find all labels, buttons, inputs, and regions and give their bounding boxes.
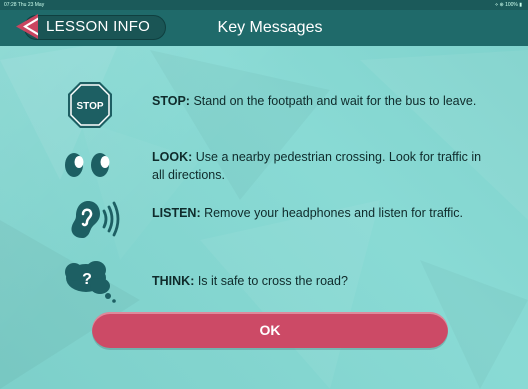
think-icon-label: ?: [82, 271, 92, 288]
status-time: 07:28 Thu 23 May: [4, 2, 45, 8]
message-keyword: LISTEN:: [152, 206, 201, 220]
back-arrow-icon: [16, 14, 38, 39]
status-bar: 07:28 Thu 23 May ⋄ ⊕ 100% ▮: [0, 0, 528, 10]
message-listen: LISTEN: Remove your headphones and liste…: [152, 204, 482, 222]
thought-bubble-icon: ?: [65, 261, 116, 303]
message-text: Is it safe to cross the road?: [194, 274, 348, 288]
message-think: THINK: Is it safe to cross the road?: [152, 272, 482, 290]
stop-sign-icon: STOP: [68, 82, 112, 128]
back-button-label: LESSON INFO: [46, 18, 151, 35]
message-text: Stand on the footpath and wait for the b…: [189, 94, 477, 108]
ear-icon: [71, 201, 120, 238]
ok-button[interactable]: OK: [92, 312, 448, 348]
message-keyword: STOP:: [152, 94, 190, 108]
status-indicators: ⋄ ⊕ 100% ▮: [494, 2, 522, 8]
ok-button-label: OK: [259, 322, 281, 338]
eyes-icon: [65, 153, 110, 177]
message-keyword: THINK:: [152, 274, 195, 288]
header-bar: LESSON INFO Key Messages: [0, 10, 528, 46]
message-stop: STOP: Stand on the footpath and wait for…: [152, 92, 482, 110]
message-keyword: LOOK:: [152, 150, 193, 164]
page-title: Key Messages: [217, 19, 323, 36]
message-text: Remove your headphones and listen for tr…: [200, 206, 464, 220]
message-look: LOOK: Use a nearby pedestrian crossing. …: [152, 148, 482, 184]
lesson-info-back-button[interactable]: LESSON INFO: [14, 13, 166, 40]
stop-sign-label: STOP: [76, 101, 103, 112]
message-text: Use a nearby pedestrian crossing. Look f…: [152, 150, 482, 182]
